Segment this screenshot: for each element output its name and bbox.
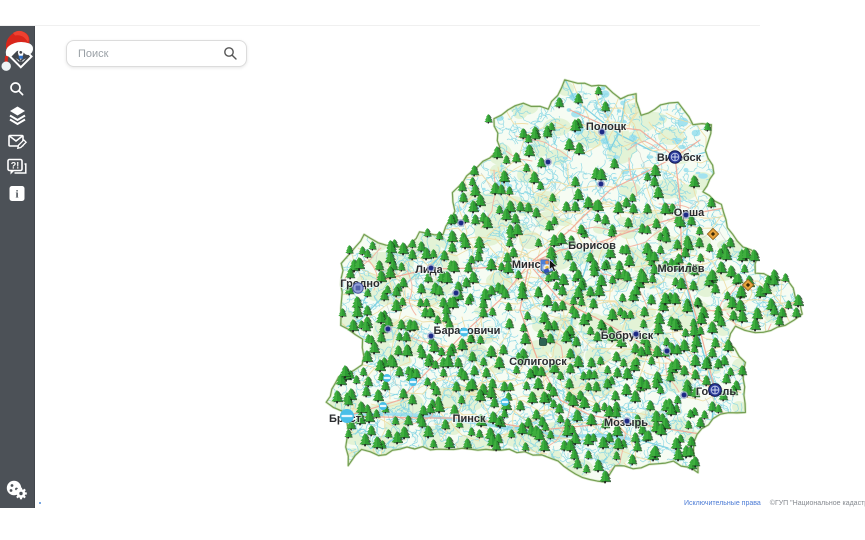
svg-text:Орша: Орша — [674, 207, 705, 219]
svg-text:i: i — [15, 189, 18, 201]
svg-text:Борисов: Борисов — [568, 240, 616, 252]
svg-text:Солигорск: Солигорск — [509, 356, 567, 368]
svg-text:Могилёв: Могилёв — [657, 263, 704, 275]
svg-text:Полоцк: Полоцк — [586, 121, 627, 133]
svg-text:Пинск: Пинск — [453, 413, 486, 425]
svg-text:Бобруйск: Бобруйск — [601, 330, 654, 342]
svg-text:?!: ?! — [11, 161, 20, 171]
